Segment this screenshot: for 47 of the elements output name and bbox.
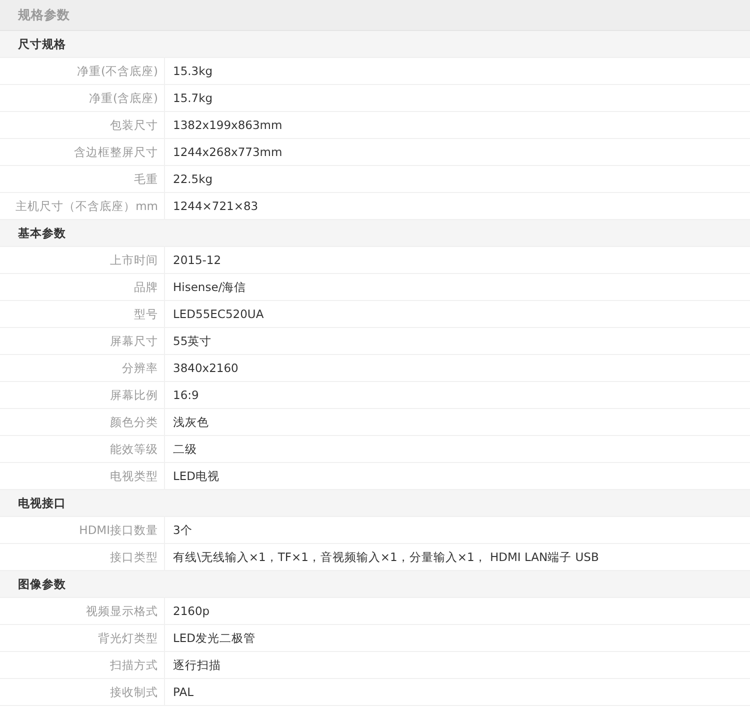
spec-label: 包装尺寸: [0, 112, 165, 138]
spec-value: LED55EC520UA: [172, 306, 264, 323]
spec-value: 有线\无线输入×1，TF×1，音视频输入×1，分量输入×1， HDMI LAN端子 USB: [172, 549, 599, 566]
spec-value: 1382x199x863mm: [172, 117, 282, 134]
spec-value: 二级: [172, 441, 197, 458]
spec-label: 型号: [0, 301, 165, 327]
spec-value: PAL: [172, 684, 194, 701]
spec-value: 1244×721×83: [172, 198, 258, 215]
spec-value: 15.7kg: [172, 90, 213, 107]
spec-label: 净重(不含底座): [0, 58, 165, 84]
spec-value: 16:9: [172, 387, 199, 404]
spec-label: 分辨率: [0, 355, 165, 381]
spec-label: 视频显示格式: [0, 598, 165, 624]
spec-label: 能效等级: [0, 436, 165, 462]
spec-label: 扫描方式: [0, 652, 165, 678]
section-header: 尺寸规格: [0, 31, 750, 58]
spec-label: 净重(含底座): [0, 85, 165, 111]
spec-label: 含边框整屏尺寸: [0, 139, 165, 165]
spec-label: 电视类型: [0, 463, 165, 489]
spec-value: Hisense/海信: [172, 279, 246, 296]
spec-value: 22.5kg: [172, 171, 213, 188]
section-header: 图像参数: [0, 571, 750, 598]
spec-value: 55英寸: [172, 333, 212, 350]
section-header: 基本参数: [0, 220, 750, 247]
panel-title: 规格参数: [0, 0, 750, 31]
spec-label: 上市时间: [0, 247, 165, 273]
spec-value: 1244x268x773mm: [172, 144, 282, 161]
spec-value: 3个: [172, 522, 192, 539]
spec-label: 接收制式: [0, 679, 165, 705]
spec-label: 主机尺寸（不含底座）mm: [0, 193, 165, 219]
spec-value: 2160p: [172, 603, 210, 620]
spec-value: 3840x2160: [172, 360, 238, 377]
spec-label: 屏幕尺寸: [0, 328, 165, 354]
spec-label: HDMI接口数量: [0, 517, 165, 543]
spec-label: 接口类型: [0, 544, 165, 570]
spec-label: 品牌: [0, 274, 165, 300]
section-header: 电视接口: [0, 490, 750, 517]
spec-value: 2015-12: [172, 252, 222, 269]
spec-value: 15.3kg: [172, 63, 213, 80]
spec-label: 毛重: [0, 166, 165, 192]
spec-label: 颜色分类: [0, 409, 165, 435]
spec-value: LED电视: [172, 468, 220, 485]
spec-value: 浅灰色: [172, 414, 209, 431]
spec-label: 屏幕比例: [0, 382, 165, 408]
spec-label: 背光灯类型: [0, 625, 165, 651]
spec-value: 逐行扫描: [172, 657, 221, 674]
spec-value: LED发光二极管: [172, 630, 256, 647]
